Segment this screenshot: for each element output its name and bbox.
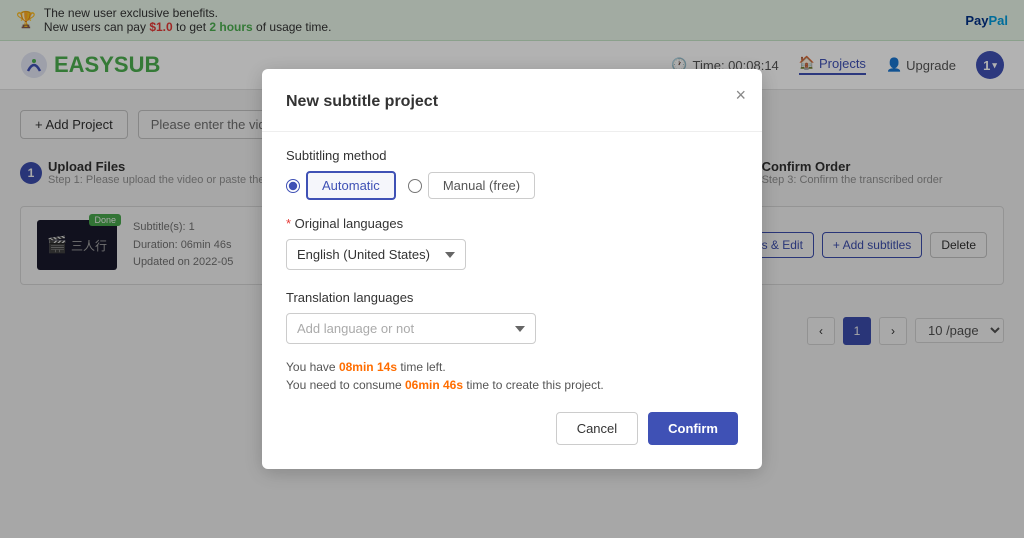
subtitling-method-label: Subtitling method — [286, 148, 738, 163]
manual-radio[interactable] — [408, 179, 422, 193]
modal-title: New subtitle project — [286, 93, 738, 111]
info-text-1: You have 08min 14s time left. — [286, 360, 738, 374]
original-lang-label: Original languages — [286, 216, 738, 231]
info1-prefix: You have — [286, 360, 339, 374]
info2-time: 06min 46s — [405, 378, 463, 392]
manual-option[interactable]: Manual (free) — [408, 171, 535, 200]
subtitling-method-group: Automatic Manual (free) — [286, 171, 738, 200]
modal: New subtitle project × Subtitling method… — [262, 69, 762, 469]
info-text-2: You need to consume 06min 46s time to cr… — [286, 378, 738, 392]
manual-label: Manual (free) — [428, 172, 535, 199]
cancel-button[interactable]: Cancel — [556, 412, 638, 445]
modal-close-button[interactable]: × — [735, 85, 746, 106]
translation-lang-label: Translation languages — [286, 290, 738, 305]
info1-time: 08min 14s — [339, 360, 397, 374]
automatic-option[interactable]: Automatic — [286, 171, 396, 200]
translation-lang-select[interactable]: Add language or not — [286, 313, 536, 344]
info2-prefix: You need to consume — [286, 378, 405, 392]
automatic-label: Automatic — [306, 171, 396, 200]
info1-suffix: time left. — [397, 360, 446, 374]
modal-divider — [262, 131, 762, 132]
original-lang-select[interactable]: English (United States) — [286, 239, 466, 270]
info2-suffix: time to create this project. — [463, 378, 604, 392]
modal-footer: Cancel Confirm — [286, 412, 738, 445]
confirm-button[interactable]: Confirm — [648, 412, 738, 445]
modal-overlay: New subtitle project × Subtitling method… — [0, 0, 1024, 538]
automatic-radio[interactable] — [286, 179, 300, 193]
